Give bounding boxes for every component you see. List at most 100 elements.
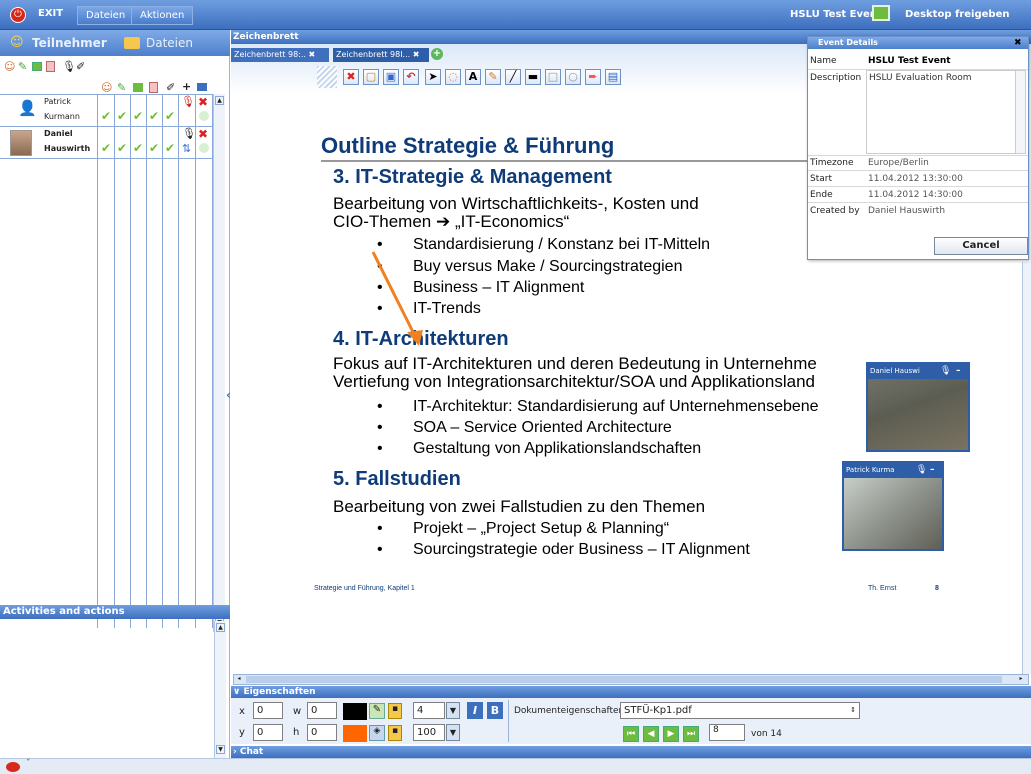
bullet-dot: • [377, 541, 383, 558]
dropdown-arrow-icon[interactable]: ⇕ [847, 703, 859, 718]
check-icon: ✔ [165, 109, 176, 123]
save-tool-icon[interactable]: ▣ [383, 69, 399, 85]
opacity-select[interactable]: 100 [413, 724, 445, 741]
whiteboard-icon[interactable] [32, 62, 42, 71]
chevron-down-icon[interactable]: ˇ [26, 759, 31, 769]
add-tab-icon[interactable]: + [431, 48, 443, 60]
event-details-dialog: Event Details ✖ Name HSLU Test Event Des… [807, 36, 1029, 260]
menu-actions[interactable]: Aktionen [131, 6, 194, 25]
scroll-right-icon[interactable]: ▸ [1016, 675, 1026, 684]
scroll-up-icon[interactable]: ▲ [215, 96, 224, 105]
description-label: Description [810, 73, 862, 83]
slide-footer-page: 8 [935, 585, 939, 592]
underline-tool-icon[interactable]: ▬ [525, 69, 541, 85]
cancel-button[interactable]: Cancel [934, 237, 1028, 255]
microphone-muted-icon[interactable]: 🎙 [181, 95, 195, 108]
close-icon[interactable]: ✖ [413, 50, 420, 59]
line-width-select[interactable]: 4 [413, 702, 445, 719]
properties-header[interactable]: ∨ Eigenschaften [231, 686, 1031, 698]
dropdown-arrow-icon[interactable]: ▼ [446, 702, 460, 719]
video-window[interactable]: Patrick Kurma 🎙 – [842, 461, 944, 551]
lasso-tool-icon[interactable]: ◌ [445, 69, 461, 85]
moderator-icon[interactable]: ✐ [76, 60, 85, 73]
video-window[interactable]: Daniel Hauswi 🎙 – [866, 362, 970, 452]
clipboard-tool-icon[interactable]: ▤ [605, 69, 621, 85]
dropdown-arrow-icon[interactable]: ▼ [446, 724, 460, 741]
minimize-icon[interactable]: – [956, 364, 961, 379]
last-page-icon[interactable]: ⏭ [683, 726, 699, 742]
pencil-icon[interactable]: ✎ [18, 60, 27, 73]
line-color-swatch[interactable] [343, 703, 367, 720]
tab-files[interactable]: Dateien [120, 32, 220, 54]
swap-icon[interactable]: ⇅ [182, 142, 191, 155]
participant-scrollbar[interactable]: ▲ ▼ [213, 94, 225, 632]
scroll-up-icon[interactable]: ▲ [216, 623, 225, 632]
close-icon[interactable]: ✖ [198, 95, 208, 109]
y-input[interactable]: 0 [253, 724, 283, 741]
close-icon[interactable]: ✖ [198, 127, 208, 141]
next-page-icon[interactable]: ▶ [663, 726, 679, 742]
check-icon: ✔ [149, 109, 160, 123]
microphone-icon[interactable]: 🎙 [916, 463, 927, 478]
scroll-left-icon[interactable]: ◂ [234, 675, 244, 684]
description-textarea[interactable]: HSLU Evaluation Room [866, 70, 1026, 154]
tab-whiteboard-2[interactable]: Zeichenbrett 98I... ✖ [333, 48, 429, 62]
exit-button[interactable]: ⏻ EXIT [10, 5, 86, 25]
microphone-icon[interactable]: 🎙 [182, 127, 196, 140]
delete-tool-icon[interactable]: ✖ [343, 69, 359, 85]
minimize-icon[interactable]: – [930, 463, 935, 478]
chat-header[interactable]: › Chat [231, 746, 1031, 758]
lock-icon[interactable]: ▪ [388, 703, 402, 719]
arrow-tool-icon[interactable]: ➨ [585, 69, 601, 85]
created-by-label: Created by [810, 206, 860, 216]
activities-scrollbar[interactable]: ▲ ▼ [214, 621, 226, 761]
lock-icon[interactable]: ▪ [388, 725, 402, 741]
rectangle-tool-icon[interactable]: □ [545, 69, 561, 85]
cancel-label: Cancel [962, 240, 1000, 251]
text-tool-icon[interactable]: A [465, 69, 481, 85]
x-input[interactable]: 0 [253, 702, 283, 719]
section-3-text-2: CIO-Themen ➔ „IT-Economics“ [333, 212, 570, 231]
close-icon[interactable]: ✖ [309, 50, 316, 59]
bold-button[interactable]: B [487, 702, 503, 719]
microphone-icon[interactable]: 🎙 [940, 364, 951, 379]
tab-whiteboard-1[interactable]: Zeichenbrett 98:.. ✖ [231, 48, 329, 62]
power-icon: ⏻ [10, 7, 26, 23]
undo-tool-icon[interactable]: ↶ [403, 69, 419, 85]
w-input[interactable]: 0 [307, 702, 337, 719]
scroll-down-icon[interactable]: ▼ [216, 745, 225, 754]
people-icon: ☺ [10, 35, 24, 50]
textarea-scrollbar[interactable] [1015, 71, 1025, 153]
pencil-tool-icon[interactable]: ✎ [485, 69, 501, 85]
pointer-tool-icon[interactable]: ➤ [425, 69, 441, 85]
pencil-color-icon[interactable]: ✎ [369, 703, 385, 719]
microphone-icon[interactable]: 🎙 [62, 60, 76, 73]
italic-button[interactable]: I [467, 702, 483, 719]
participant-toolbar: ☺ ✎ 🎙 ✐ [4, 60, 124, 74]
scroll-thumb[interactable] [246, 676, 1002, 683]
people-icon[interactable]: ☺ [4, 60, 15, 73]
whiteboard-vscrollbar[interactable] [1022, 262, 1031, 674]
new-doc-tool-icon[interactable]: ▢ [363, 69, 379, 85]
whiteboard-hscrollbar[interactable]: ◂ ▸ [233, 674, 1029, 685]
prev-page-icon[interactable]: ◀ [643, 726, 659, 742]
h-input[interactable]: 0 [307, 724, 337, 741]
participant-row[interactable]: Daniel Hauswirth ✔ ✔ ✔ ✔ ✔ 🎙 ✖ ⇅ [0, 127, 212, 158]
fill-color-swatch[interactable] [343, 725, 367, 742]
arrow-annotation[interactable] [371, 250, 431, 350]
share-desktop-button[interactable]: Desktop freigeben [895, 4, 1025, 25]
app-status-icon[interactable] [6, 762, 20, 772]
timezone-value: Europe/Berlin [868, 158, 929, 168]
close-icon[interactable]: ✖ [1014, 37, 1022, 49]
ellipse-tool-icon[interactable]: ○ [565, 69, 581, 85]
tab-participants[interactable]: ☺ Teilnehmer [2, 32, 107, 54]
page-number-input[interactable]: 8 [709, 724, 745, 741]
line-tool-icon[interactable]: ╱ [505, 69, 521, 85]
document-select[interactable]: STFÜ-Kp1.pdf [620, 702, 860, 719]
participant-row[interactable]: 👤 Patrick Kurmann ✔ ✔ ✔ ✔ ✔ 🎙 ✖ [0, 95, 212, 126]
timezone-label: Timezone [810, 158, 854, 168]
menu-files[interactable]: Dateien [77, 6, 135, 25]
document-icon[interactable] [46, 61, 55, 72]
first-page-icon[interactable]: ⏮ [623, 726, 639, 742]
fill-bucket-icon[interactable]: ◈ [369, 725, 385, 741]
